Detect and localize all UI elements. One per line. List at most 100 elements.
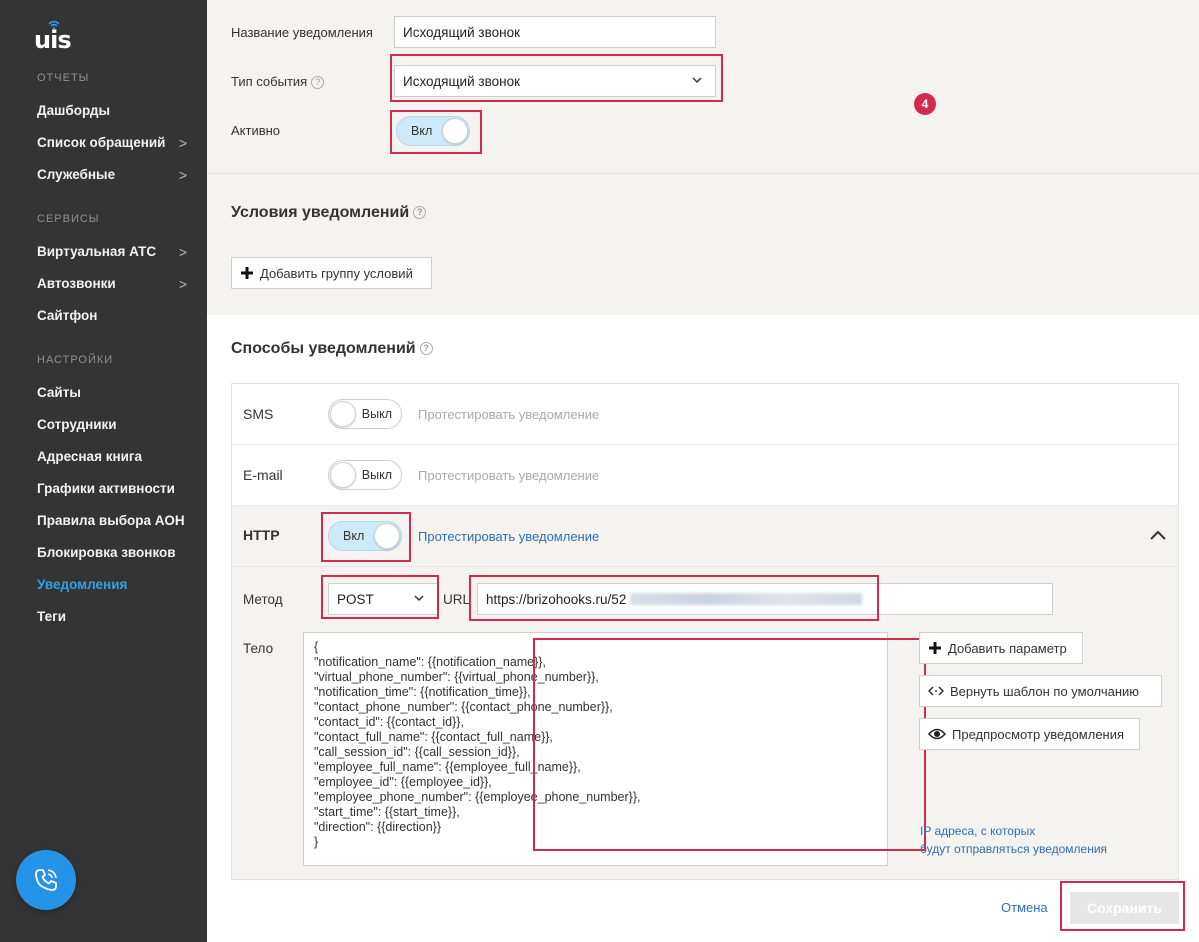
methods-title: Способы уведомлений? xyxy=(231,340,433,358)
notification-name-value: Исходящий звонок xyxy=(403,24,520,40)
reset-template-button[interactable]: Вернуть шаблон по умолчанию xyxy=(919,675,1162,707)
chevron-right-icon: > xyxy=(178,167,187,183)
phone-icon xyxy=(35,869,57,891)
method-row-sms: SMS Выкл Протестировать уведомление xyxy=(232,384,1178,445)
active-toggle[interactable]: Вкл xyxy=(396,116,470,146)
email-test-link[interactable]: Протестировать уведомление xyxy=(418,468,599,483)
add-parameter-label: Добавить параметр xyxy=(948,640,1067,656)
section-title-settings: НАСТРОЙКИ xyxy=(37,354,114,366)
sidebar-item-autocalls[interactable]: Автозвонки > xyxy=(37,276,187,292)
sidebar-item-label: Сайты xyxy=(37,385,81,400)
toggle-label: Вкл xyxy=(343,529,365,543)
event-type-value: Исходящий звонок xyxy=(403,73,520,89)
sidebar-item-label: Адресная книга xyxy=(37,449,143,464)
url-label: URL xyxy=(443,592,471,607)
cancel-button[interactable]: Отмена xyxy=(1001,900,1048,915)
sidebar-item-notifications[interactable]: Уведомления xyxy=(37,577,187,592)
chevron-right-icon: > xyxy=(178,276,187,292)
help-icon[interactable]: ? xyxy=(419,342,433,356)
help-icon[interactable]: ? xyxy=(311,76,325,90)
ip-note-line2: будут отправляться уведомления xyxy=(920,842,1108,856)
toggle-knob xyxy=(374,523,400,549)
section-title-services: СЕРВИСЫ xyxy=(37,213,100,225)
toggle-label: Выкл xyxy=(361,407,392,421)
sidebar-item-sitephone[interactable]: Сайтфон xyxy=(37,308,187,323)
sidebar-item-label: Сотрудники xyxy=(37,417,117,432)
sidebar-item-requests[interactable]: Список обращений > xyxy=(37,135,187,151)
sms-toggle[interactable]: Выкл xyxy=(328,399,402,429)
sms-test-link[interactable]: Протестировать уведомление xyxy=(418,407,599,422)
http-method-select[interactable]: POST xyxy=(328,583,438,615)
sidebar-item-sites[interactable]: Сайты xyxy=(37,385,187,400)
sidebar-item-label: Блокировка звонков xyxy=(37,545,176,560)
footer xyxy=(207,880,1199,942)
chevron-down-icon xyxy=(414,595,424,602)
sidebar-item-label: Дашборды xyxy=(37,103,110,118)
ip-note-line1: IP адреса, с которых xyxy=(920,824,1036,838)
sidebar-item-tags[interactable]: Теги xyxy=(37,609,187,624)
main-content: Название уведомления Исходящий звонок Ти… xyxy=(207,0,1199,942)
sidebar-item-dashboards[interactable]: Дашборды xyxy=(37,103,187,118)
sidebar-item-address-book[interactable]: Адресная книга xyxy=(37,449,187,464)
sidebar-item-caller-id-rules[interactable]: Правила выбора АОН xyxy=(37,513,187,528)
chevron-down-icon xyxy=(692,77,702,84)
sidebar-item-employees[interactable]: Сотрудники xyxy=(37,417,187,432)
sidebar-item-label: Уведомления xyxy=(37,577,128,592)
method-label: HTTP xyxy=(243,527,280,543)
sidebar-item-label: Служебные xyxy=(37,167,116,182)
sidebar-item-activity-schedules[interactable]: Графики активности xyxy=(37,481,187,496)
toggle-label: Выкл xyxy=(361,468,392,482)
notification-settings: Название уведомления Исходящий звонок Ти… xyxy=(207,0,1199,172)
notification-name-input[interactable]: Исходящий звонок xyxy=(394,16,716,48)
add-parameter-button[interactable]: Добавить параметр xyxy=(919,632,1083,664)
url-value: https://brizohooks.ru/52 xyxy=(486,591,627,607)
name-label: Название уведомления xyxy=(231,25,373,40)
save-button[interactable]: Сохранить xyxy=(1070,892,1179,924)
body-label: Тело xyxy=(243,641,274,656)
method-row-http: HTTP Вкл Протестировать уведомление xyxy=(232,506,1178,567)
email-toggle[interactable]: Выкл xyxy=(328,460,402,490)
event-type-select[interactable]: Исходящий звонок xyxy=(394,65,716,97)
preview-label: Предпросмотр уведомления xyxy=(952,726,1125,742)
toggle-knob xyxy=(330,401,356,427)
chevron-right-icon: > xyxy=(178,135,187,151)
body-editor[interactable]: { "notification_name": {{notification_na… xyxy=(303,632,888,866)
sidebar-item-call-blocking[interactable]: Блокировка звонков xyxy=(37,545,187,560)
sidebar-item-virtual-pbx[interactable]: Виртуальная АТС > xyxy=(37,244,187,260)
chevron-right-icon: > xyxy=(178,244,187,260)
body-code[interactable]: { "notification_name": {{notification_na… xyxy=(314,640,640,850)
http-toggle[interactable]: Вкл xyxy=(328,521,402,551)
toggle-label: Вкл xyxy=(411,124,433,138)
toggle-knob xyxy=(330,462,356,488)
sidebar-item-service[interactable]: Служебные > xyxy=(37,167,187,183)
http-test-link[interactable]: Протестировать уведомление xyxy=(418,529,599,544)
sidebar-item-label: Виртуальная АТС xyxy=(37,244,157,259)
sidebar-item-label: Теги xyxy=(37,609,67,624)
url-input[interactable]: https://brizohooks.ru/52 xyxy=(477,583,1053,615)
method-label: Метод xyxy=(243,592,283,607)
help-icon[interactable]: ? xyxy=(413,206,427,220)
step-badge: 4 xyxy=(914,93,936,115)
methods-title-text: Способы уведомлений xyxy=(231,340,416,357)
call-button[interactable] xyxy=(16,850,76,910)
section-title-reports: ОТЧЕТЫ xyxy=(37,72,90,84)
chevron-up-icon[interactable] xyxy=(1149,528,1167,542)
sidebar: uis ОТЧЕТЫ Дашборды Список обращений > Сл… xyxy=(0,0,207,942)
event-type-label-text: Тип события xyxy=(231,74,308,89)
plus-icon xyxy=(929,642,941,654)
eye-icon xyxy=(928,728,946,740)
wifi-icon xyxy=(48,20,60,30)
ip-addresses-link[interactable]: IP адреса, с которых будут отправляться … xyxy=(920,822,1107,858)
sidebar-item-label: Автозвонки xyxy=(37,276,116,291)
conditions-section: Условия уведомлений? Добавить группу усл… xyxy=(207,173,1199,315)
preview-button[interactable]: Предпросмотр уведомления xyxy=(919,718,1140,750)
conditions-title-text: Условия уведомлений xyxy=(231,204,410,221)
sidebar-item-label: Список обращений xyxy=(37,135,166,150)
uis-logo[interactable]: uis xyxy=(34,20,74,54)
sidebar-item-label: Графики активности xyxy=(37,481,175,496)
active-label: Активно xyxy=(231,123,281,138)
sidebar-item-label: Правила выбора АОН xyxy=(37,513,185,528)
add-condition-group-button[interactable]: Добавить группу условий xyxy=(231,257,432,289)
toggle-knob xyxy=(442,118,468,144)
sidebar-item-label: Сайтфон xyxy=(37,308,98,323)
